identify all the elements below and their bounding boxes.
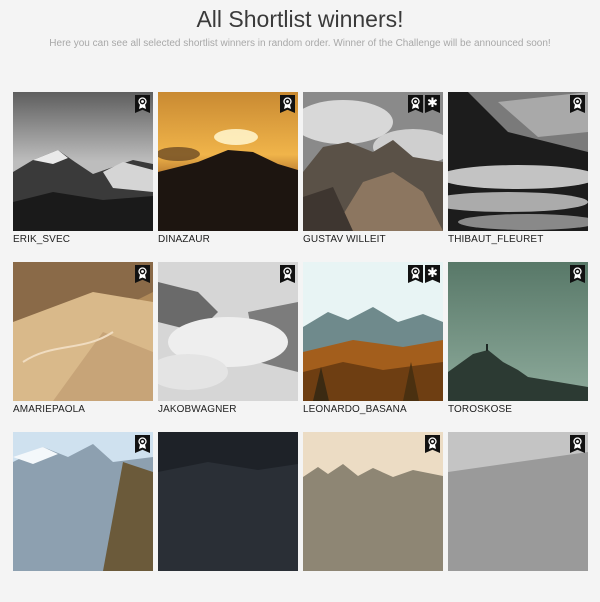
entry-author[interactable]: GUSTAV WILLEIT <box>303 234 386 245</box>
asterisk-icon: ✱ <box>425 265 440 283</box>
badge-group <box>425 435 440 453</box>
ribbon-icon <box>135 265 150 283</box>
entry-author[interactable]: DINAZAUR <box>158 234 210 245</box>
entry-author[interactable]: LEONARDO_BASANA <box>303 404 407 415</box>
entry-card[interactable]: ✱ LEONARDO_BASANA <box>303 262 443 432</box>
entry-card[interactable]: ERIK_SVEC <box>13 92 153 262</box>
entry-photo[interactable]: ✱ <box>303 262 443 401</box>
ribbon-icon <box>570 95 585 113</box>
entry-card[interactable]: THIBAUT_FLEURET <box>448 92 588 262</box>
entry-photo[interactable] <box>158 92 298 231</box>
entry-photo[interactable] <box>158 262 298 401</box>
entry-card[interactable]: JAKOBWAGNER <box>158 262 298 432</box>
ribbon-icon <box>280 95 295 113</box>
entry-photo[interactable]: ✱ <box>303 92 443 231</box>
page-title: All Shortlist winners! <box>196 6 404 32</box>
badge-group <box>570 265 585 283</box>
badge-group <box>570 435 585 453</box>
entry-card[interactable] <box>448 432 588 602</box>
badge-group <box>135 265 150 283</box>
entry-card[interactable] <box>158 432 298 602</box>
entry-card[interactable] <box>13 432 153 602</box>
entry-photo[interactable] <box>13 432 153 571</box>
entry-photo[interactable] <box>13 262 153 401</box>
page-subtitle: Here you can see all selected shortlist … <box>49 38 551 49</box>
ribbon-icon <box>280 265 295 283</box>
ribbon-icon <box>135 95 150 113</box>
entry-photo[interactable] <box>448 262 588 401</box>
ribbon-icon <box>425 435 440 453</box>
entry-photo[interactable] <box>303 432 443 571</box>
entry-author[interactable]: TOROSKOSE <box>448 404 512 415</box>
entry-card[interactable] <box>303 432 443 602</box>
badge-group <box>135 435 150 453</box>
entry-photo[interactable] <box>13 92 153 231</box>
entry-author[interactable]: ERIK_SVEC <box>13 234 70 245</box>
entry-author[interactable]: THIBAUT_FLEURET <box>448 234 543 245</box>
entry-card[interactable]: TOROSKOSE <box>448 262 588 432</box>
entry-card[interactable]: AMARIEPAOLA <box>13 262 153 432</box>
entry-photo[interactable] <box>158 432 298 571</box>
ribbon-icon <box>570 435 585 453</box>
entry-author[interactable]: AMARIEPAOLA <box>13 404 85 415</box>
ribbon-icon <box>408 265 423 283</box>
ribbon-icon <box>135 435 150 453</box>
badge-group: ✱ <box>408 95 440 113</box>
entry-photo[interactable] <box>448 432 588 571</box>
badge-group <box>280 265 295 283</box>
entry-photo[interactable] <box>448 92 588 231</box>
badge-group <box>135 95 150 113</box>
entry-card[interactable]: ✱ GUSTAV WILLEIT <box>303 92 443 262</box>
badge-group: ✱ <box>408 265 440 283</box>
badge-group <box>570 95 585 113</box>
badge-group <box>280 95 295 113</box>
entry-author[interactable]: JAKOBWAGNER <box>158 404 237 415</box>
shortlist-grid: ERIK_SVEC DINAZAUR ✱ GUSTAV WILLEIT THIB… <box>13 92 588 602</box>
ribbon-icon <box>570 265 585 283</box>
entry-card[interactable]: DINAZAUR <box>158 92 298 262</box>
asterisk-icon: ✱ <box>425 95 440 113</box>
ribbon-icon <box>408 95 423 113</box>
